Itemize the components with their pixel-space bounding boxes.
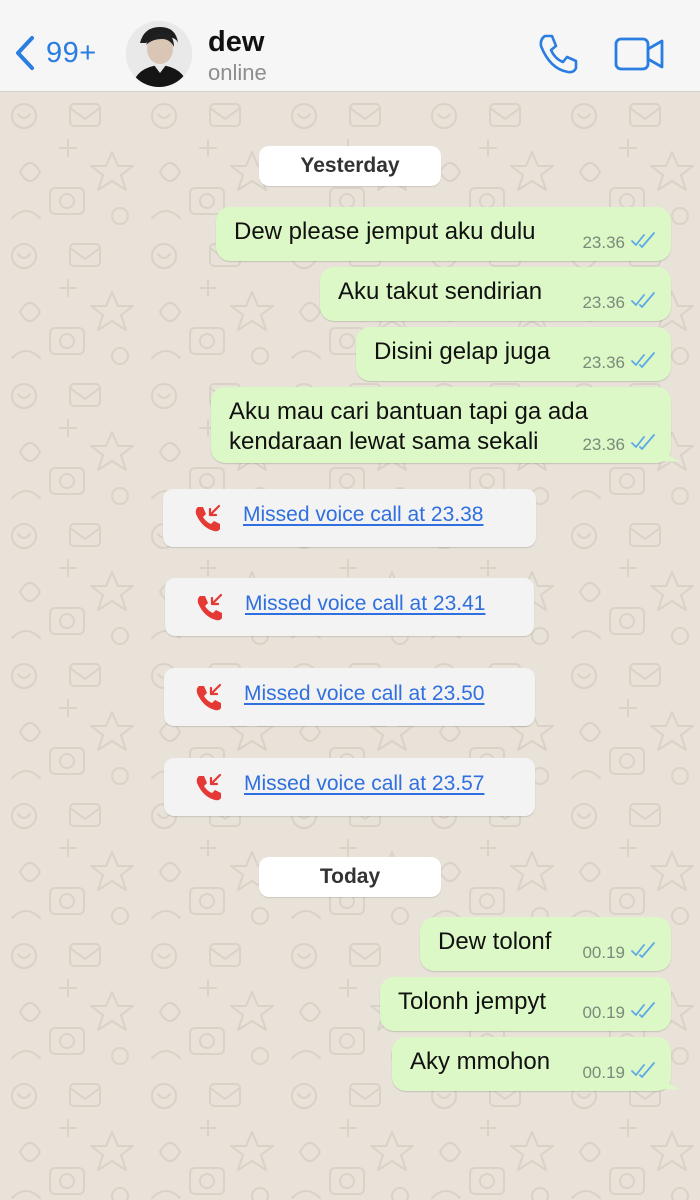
missed-call-card[interactable]: Missed voice call at 23.50 [164,668,535,726]
missed-call-card[interactable]: Missed voice call at 23.57 [164,758,535,816]
missed-call-card[interactable]: Missed voice call at 23.38 [163,489,536,547]
double-check-icon [631,1002,657,1023]
bubble-tail [660,1069,680,1090]
date-separator-today: Today [259,857,441,897]
missed-call-icon [197,593,223,621]
message-bubble-outgoing[interactable]: Dew tolonf 00.19 [420,917,671,971]
message-time: 23.36 [582,352,625,372]
missed-call-icon [195,504,221,532]
video-camera-icon [614,37,666,76]
chevron-left-icon [14,35,36,71]
chat-header: 99+ dew online [0,0,700,92]
contact-name[interactable]: dew [208,26,264,59]
video-call-button[interactable] [614,36,666,72]
bubble-tail [660,441,680,462]
double-check-icon [631,292,657,313]
double-check-icon [631,434,657,455]
message-time: 00.19 [582,1002,625,1022]
back-button[interactable]: 99+ [14,30,97,76]
message-text: Aky mmohon [410,1048,551,1075]
double-check-icon [631,942,657,963]
missed-call-icon [196,683,222,711]
message-text: Tolonh jempyt [398,988,547,1015]
message-bubble-outgoing[interactable]: Aky mmohon 00.19 [392,1037,680,1091]
message-text: Dew please jemput aku dulu [234,218,536,245]
message-text: Aku takut sendirian [338,278,543,305]
unread-count: 99+ [46,36,97,69]
message-time: 23.36 [582,292,625,312]
message-text: Dew tolonf [438,928,552,955]
missed-call-text[interactable]: Missed voice call at 23.50 [244,682,484,706]
avatar[interactable] [126,21,192,87]
message-text: Disini gelap juga [374,338,551,365]
missed-call-card[interactable]: Missed voice call at 23.41 [165,578,534,636]
message-bubble-outgoing[interactable]: Disini gelap juga 23.36 [356,327,671,381]
date-separator-yesterday: Yesterday [259,146,441,186]
double-check-icon [631,1062,657,1083]
missed-call-text[interactable]: Missed voice call at 23.57 [244,772,484,796]
message-text: Aku mau cari bantuan tapi ga ada kendara… [229,398,588,455]
message-bubble-outgoing[interactable]: Dew please jemput aku dulu 23.36 [216,207,671,261]
phone-icon [536,34,580,80]
message-time: 00.19 [582,942,625,962]
missed-call-icon [196,773,222,801]
missed-call-text[interactable]: Missed voice call at 23.38 [243,503,483,527]
message-time: 23.36 [582,434,625,454]
chat-area[interactable]: Yesterday Dew please jemput aku dulu 23.… [0,92,700,1200]
voice-call-button[interactable] [536,32,580,76]
double-check-icon [631,232,657,253]
missed-call-text[interactable]: Missed voice call at 23.41 [245,592,485,616]
double-check-icon [631,352,657,373]
message-time: 00.19 [582,1062,625,1082]
contact-status: online [208,60,267,85]
message-bubble-outgoing[interactable]: Aku takut sendirian 23.36 [320,267,671,321]
message-bubble-outgoing[interactable]: Aku mau cari bantuan tapi ga ada kendara… [211,387,680,463]
message-time: 23.36 [582,232,625,252]
message-bubble-outgoing[interactable]: Tolonh jempyt 00.19 [380,977,671,1031]
